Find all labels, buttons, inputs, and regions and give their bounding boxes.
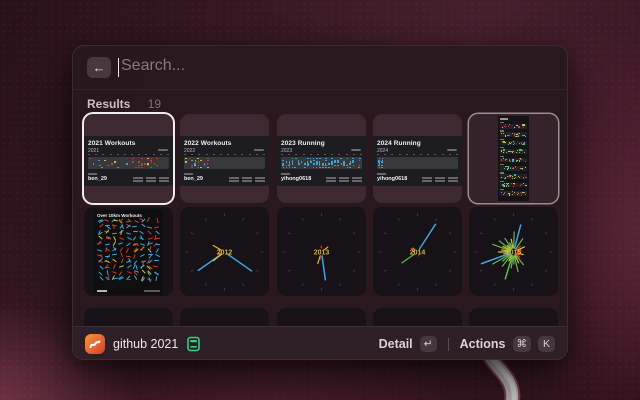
results-label: Results bbox=[87, 97, 130, 111]
result-card-2024-running[interactable]: 2024 Running 2024 yihong0618 bbox=[373, 114, 462, 203]
result-card-2021-workouts[interactable]: 2021 Workouts 2021 ben_29 bbox=[84, 114, 173, 203]
svg-text:2015: 2015 bbox=[506, 250, 522, 257]
month-ticks bbox=[281, 154, 362, 156]
card-view-icon bbox=[187, 336, 200, 352]
poster-footer: ben_29 bbox=[88, 173, 169, 182]
poster-distance-text bbox=[447, 149, 457, 151]
poster-stats bbox=[133, 177, 169, 182]
detail-action-label[interactable]: Detail bbox=[379, 337, 413, 351]
poster-distance-text bbox=[351, 149, 361, 151]
poster-footer: yihong0618 bbox=[377, 173, 458, 182]
poster-thumbnail: 2021 Workouts 2021 ben_29 bbox=[84, 136, 173, 186]
poster-title: 2021 Workouts bbox=[88, 140, 169, 147]
divider bbox=[73, 89, 567, 90]
poster-title: 2023 Running bbox=[281, 140, 362, 147]
action-bar: github 2021 Detail ↵ Actions ⌘ K bbox=[73, 326, 567, 360]
search-input[interactable]: Search... bbox=[121, 57, 185, 75]
heatmap-strip bbox=[281, 157, 362, 169]
result-card-multi-year-poster[interactable] bbox=[469, 114, 558, 203]
radial-year-chart: 2015 bbox=[469, 207, 558, 296]
poster-title: 2022 Workouts bbox=[184, 140, 265, 147]
poster-thumbnail: 2024 Running 2024 yihong0618 bbox=[373, 136, 462, 186]
month-ticks bbox=[88, 154, 169, 156]
running-route-icon bbox=[88, 337, 102, 351]
poster-distance-text bbox=[158, 149, 168, 151]
radial-year-chart: 2012 bbox=[180, 207, 269, 296]
enter-key-badge: ↵ bbox=[420, 336, 437, 352]
svg-text:2014: 2014 bbox=[410, 250, 426, 257]
route-squiggles bbox=[97, 219, 160, 284]
poster-thumbnail: 2023 Running 2023 yihong0618 bbox=[277, 136, 366, 186]
result-card-2022-workouts[interactable]: 2022 Workouts 2022 ben_29 bbox=[180, 114, 269, 203]
poster-stats bbox=[229, 177, 265, 182]
poster-username: yihong0618 bbox=[281, 176, 311, 182]
poster-footer: yihong0618 bbox=[281, 173, 362, 182]
multi-year-poster-thumbnail bbox=[498, 116, 529, 201]
results-count: 19 bbox=[148, 97, 161, 111]
result-card-year-2015[interactable]: 2015 bbox=[469, 207, 558, 296]
desktop-background: ← Search... Results 19 2021 Workouts 202… bbox=[0, 0, 640, 400]
poster-distance-text bbox=[254, 149, 264, 151]
results-header: Results 19 bbox=[87, 97, 161, 111]
result-card-year-2014[interactable]: 2014 bbox=[373, 207, 462, 296]
extension-name: github 2021 bbox=[113, 337, 178, 351]
svg-text:2013: 2013 bbox=[314, 250, 330, 257]
month-ticks bbox=[377, 154, 458, 156]
heatmap-strip bbox=[184, 157, 265, 169]
k-key-badge: K bbox=[538, 336, 555, 352]
actions-menu-label[interactable]: Actions bbox=[460, 337, 506, 351]
routes-poster-thumbnail: Over 10km Workouts bbox=[94, 210, 163, 295]
poster-footer: ben_29 bbox=[184, 173, 265, 182]
heatmap-strip bbox=[377, 157, 458, 169]
radial-year-chart: 2014 bbox=[373, 207, 462, 296]
month-ticks bbox=[184, 154, 265, 156]
command-key-badge: ⌘ bbox=[513, 336, 532, 352]
radial-year-chart: 2013 bbox=[277, 207, 366, 296]
result-card-year-2012[interactable]: 2012 bbox=[180, 207, 269, 296]
poster-stats bbox=[422, 177, 458, 182]
footer-divider bbox=[448, 338, 449, 351]
poster-stats bbox=[326, 177, 362, 182]
poster-footer bbox=[97, 290, 160, 292]
poster-username: ben_29 bbox=[184, 176, 203, 182]
extension-icon bbox=[85, 334, 105, 354]
search-bar: ← Search... bbox=[73, 46, 567, 89]
poster-title: Over 10km Workouts bbox=[97, 213, 160, 218]
result-card-year-2013[interactable]: 2013 bbox=[277, 207, 366, 296]
back-button[interactable]: ← bbox=[87, 57, 111, 78]
text-cursor bbox=[118, 58, 119, 77]
svg-text:2012: 2012 bbox=[217, 250, 233, 257]
result-card-2023-running[interactable]: 2023 Running 2023 yihong0618 bbox=[277, 114, 366, 203]
poster-username: ben_29 bbox=[88, 176, 107, 182]
poster-username: yihong0618 bbox=[377, 176, 407, 182]
back-arrow-icon: ← bbox=[93, 60, 106, 75]
poster-thumbnail: 2022 Workouts 2022 ben_29 bbox=[180, 136, 269, 186]
poster-title: 2024 Running bbox=[377, 140, 458, 147]
result-card-over-10km-workouts[interactable]: Over 10km Workouts bbox=[84, 207, 173, 296]
launcher-window: ← Search... Results 19 2021 Workouts 202… bbox=[72, 45, 568, 360]
heatmap-strip bbox=[88, 157, 169, 169]
